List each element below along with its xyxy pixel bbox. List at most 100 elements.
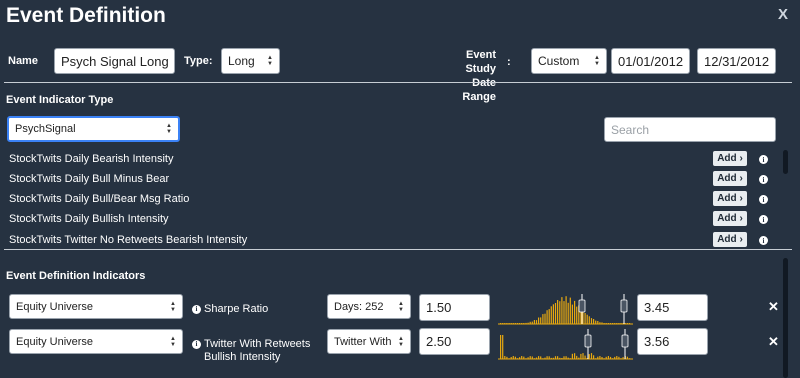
histogram-bar bbox=[504, 356, 506, 359]
histogram-bar bbox=[626, 356, 628, 359]
histogram-bar bbox=[614, 323, 616, 324]
histogram-bar bbox=[540, 356, 542, 359]
histogram-bar bbox=[506, 356, 508, 359]
max-threshold-input[interactable]: 3.56 bbox=[637, 328, 708, 355]
universe-select[interactable]: Equity Universe ▲ ▼ bbox=[9, 329, 183, 354]
indicator-type-title: Event Indicator Type bbox=[6, 94, 114, 106]
close-icon[interactable]: ✕ bbox=[768, 299, 779, 315]
histogram-bar bbox=[595, 320, 597, 324]
distribution-histogram[interactable] bbox=[498, 290, 633, 326]
histogram-bar bbox=[574, 300, 576, 324]
histogram-bar bbox=[527, 322, 529, 324]
histogram-bar bbox=[593, 319, 595, 324]
histogram-bar bbox=[620, 358, 622, 359]
histogram-bar bbox=[557, 300, 559, 324]
slider-handle[interactable] bbox=[621, 334, 629, 348]
start-date-input[interactable]: 01/01/2012 bbox=[611, 48, 690, 74]
histogram-bar bbox=[582, 353, 584, 359]
histogram-bar bbox=[565, 296, 567, 324]
type-select-value: Long bbox=[228, 54, 255, 68]
histogram-bar bbox=[603, 323, 605, 324]
add-button[interactable]: Add › bbox=[713, 191, 747, 206]
histogram-bar bbox=[548, 356, 550, 359]
slider-handle[interactable] bbox=[578, 299, 586, 313]
slider-handle[interactable] bbox=[584, 334, 592, 348]
histogram-bar bbox=[514, 356, 516, 359]
histogram-bar bbox=[535, 320, 538, 324]
info-icon[interactable]: i bbox=[759, 236, 768, 245]
info-icon[interactable]: i bbox=[759, 195, 768, 204]
type-select[interactable]: Long ▲ ▼ bbox=[221, 48, 280, 74]
add-label: Add bbox=[717, 234, 737, 245]
histogram-bar bbox=[523, 323, 525, 324]
list-item: StockTwits Daily Bearish Intensity bbox=[9, 153, 174, 165]
histogram-bar bbox=[514, 323, 516, 324]
start-date-value: 01/01/2012 bbox=[618, 53, 684, 69]
date-range-select[interactable]: Custom ▲ ▼ bbox=[531, 48, 607, 74]
histogram-bar bbox=[626, 323, 628, 324]
slider-handle[interactable] bbox=[620, 299, 628, 313]
histogram-bar bbox=[588, 316, 590, 324]
name-label: Name bbox=[8, 55, 38, 67]
event-name-input[interactable]: Psych Signal Long bbox=[54, 48, 175, 74]
dialog-title: Event Definition bbox=[6, 4, 166, 27]
histogram-bar bbox=[576, 355, 578, 359]
histogram-bar bbox=[609, 323, 612, 324]
histogram-bar bbox=[525, 358, 527, 359]
histogram-bar bbox=[571, 304, 573, 324]
min-threshold-input[interactable]: 1.50 bbox=[419, 294, 490, 321]
indicator-name-line2: Bullish Intensity bbox=[204, 351, 281, 363]
info-icon[interactable]: i bbox=[192, 340, 201, 349]
max-threshold-input[interactable]: 3.45 bbox=[637, 294, 708, 321]
end-date-input[interactable]: 12/31/2012 bbox=[697, 48, 776, 74]
histogram-bar bbox=[597, 356, 599, 359]
histogram-bar bbox=[542, 358, 544, 359]
histogram-bar bbox=[531, 356, 533, 359]
study-colon: : bbox=[507, 56, 511, 68]
window-select[interactable]: Days: 252 ▲ ▼ bbox=[327, 294, 411, 319]
max-threshold-value: 3.56 bbox=[644, 334, 670, 349]
indicator-search-input[interactable]: Search bbox=[604, 117, 776, 142]
histogram-bar bbox=[502, 323, 504, 324]
add-button[interactable]: Add › bbox=[713, 232, 747, 247]
close-dialog-button[interactable]: X bbox=[778, 6, 788, 23]
universe-select[interactable]: Equity Universe ▲ ▼ bbox=[9, 294, 183, 319]
info-icon[interactable]: i bbox=[192, 305, 201, 314]
histogram-bar bbox=[559, 301, 561, 324]
universe-value: Equity Universe bbox=[16, 335, 94, 348]
close-icon[interactable]: ✕ bbox=[768, 334, 779, 350]
max-threshold-value: 3.45 bbox=[644, 300, 670, 315]
add-button[interactable]: Add › bbox=[713, 211, 747, 226]
histogram-bar bbox=[567, 357, 569, 359]
histogram-bar bbox=[500, 323, 502, 324]
histogram-bar bbox=[538, 317, 540, 324]
distribution-histogram[interactable] bbox=[498, 325, 633, 361]
histogram-bar bbox=[516, 358, 519, 359]
window-value: Days: 252 bbox=[334, 300, 384, 313]
histogram-bar bbox=[529, 356, 531, 359]
histogram-bar bbox=[601, 357, 603, 359]
add-button[interactable]: Add › bbox=[713, 151, 747, 166]
date-range-value: Custom bbox=[538, 54, 580, 68]
histogram-bar bbox=[595, 358, 597, 359]
histogram-bar bbox=[519, 357, 521, 359]
histogram-bar bbox=[593, 355, 595, 359]
histogram-bar bbox=[525, 322, 527, 324]
info-icon[interactable]: i bbox=[759, 175, 768, 184]
indicator-list-scrollbar[interactable] bbox=[783, 150, 788, 174]
info-icon[interactable]: i bbox=[759, 155, 768, 164]
definition-scrollbar[interactable] bbox=[783, 258, 788, 378]
add-button[interactable]: Add › bbox=[713, 171, 747, 186]
event-name-value: Psych Signal Long bbox=[61, 53, 169, 69]
indicator-type-select[interactable]: PsychSignal ▲ ▼ bbox=[7, 116, 180, 142]
histogram-bar bbox=[597, 321, 599, 324]
list-item: StockTwits Twitter No Retweets Bearish I… bbox=[9, 234, 248, 246]
histogram-bar bbox=[607, 323, 609, 324]
window-select[interactable]: Twitter With ▲ ▼ bbox=[327, 329, 411, 354]
histogram-bar bbox=[533, 358, 535, 359]
indicator-name: Sharpe Ratio bbox=[204, 303, 269, 315]
min-threshold-input[interactable]: 2.50 bbox=[419, 328, 490, 355]
info-icon[interactable]: i bbox=[759, 215, 768, 224]
histogram-bar bbox=[586, 314, 588, 324]
histogram-bar bbox=[601, 322, 603, 324]
